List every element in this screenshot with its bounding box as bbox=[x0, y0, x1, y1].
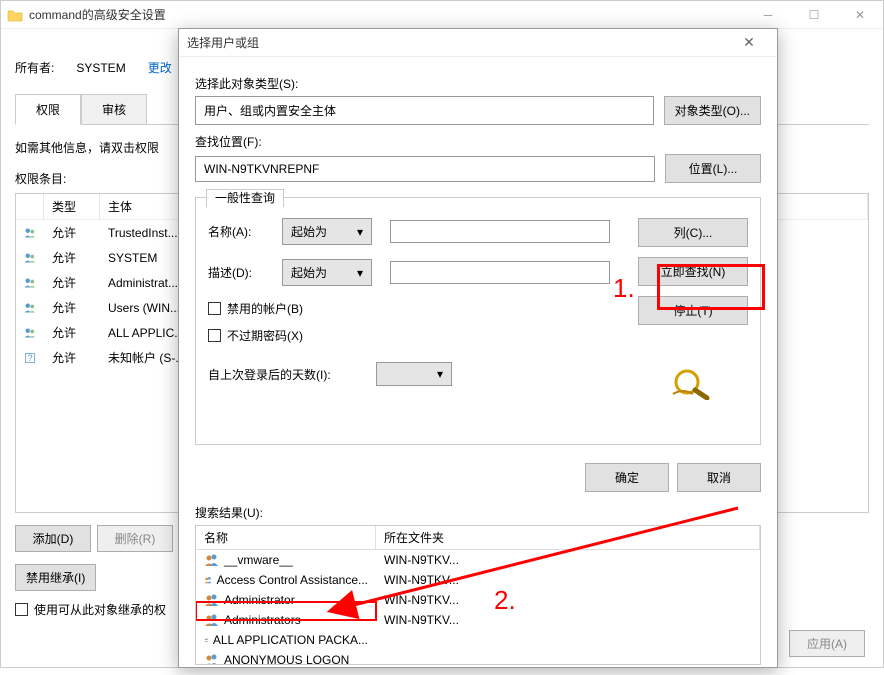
row-type: 允许 bbox=[44, 347, 100, 368]
result-folder: WIN-N9TKV... bbox=[376, 612, 760, 628]
minimize-button[interactable]: ─ bbox=[745, 1, 791, 29]
result-folder: WIN-N9TKV... bbox=[376, 572, 760, 588]
search-graphic-icon bbox=[669, 364, 717, 400]
inner-titlebar: 选择用户或组 ✕ bbox=[179, 29, 777, 57]
days-since-logon-combo[interactable]: ▾ bbox=[376, 362, 452, 386]
row-type: 允许 bbox=[44, 272, 100, 293]
owner-label: 所有者: bbox=[15, 59, 54, 76]
chevron-down-icon: ▾ bbox=[357, 266, 363, 280]
description-combo[interactable]: 起始为 ▾ bbox=[282, 259, 372, 286]
add-button[interactable]: 添加(D) bbox=[15, 525, 91, 552]
row-type: 允许 bbox=[44, 297, 100, 318]
result-row[interactable]: __vmware__WIN-N9TKV... bbox=[196, 550, 760, 570]
stop-button[interactable]: 停止(T) bbox=[638, 296, 748, 325]
inner-body: 选择此对象类型(S): 用户、组或内置安全主体 对象类型(O)... 查找位置(… bbox=[179, 57, 777, 675]
inherit-checkbox[interactable] bbox=[15, 603, 28, 616]
results-table[interactable]: 名称 所在文件夹 __vmware__WIN-N9TKV...Access Co… bbox=[195, 525, 761, 665]
no-expire-pwd-checkbox[interactable] bbox=[208, 329, 221, 342]
principal-icon: ? bbox=[16, 348, 44, 368]
bottom-button-row: 应用(A) bbox=[789, 630, 865, 657]
close-button[interactable]: ✕ bbox=[837, 1, 883, 29]
object-type-label: 选择此对象类型(S): bbox=[195, 75, 761, 92]
result-row[interactable]: ANONYMOUS LOGON bbox=[196, 650, 760, 665]
principal-icon bbox=[16, 323, 44, 343]
principal-icon bbox=[16, 248, 44, 268]
name-input[interactable] bbox=[390, 220, 610, 243]
row-type: 允许 bbox=[44, 222, 100, 243]
principal-icon bbox=[16, 223, 44, 243]
annotation-1: 1. bbox=[613, 273, 635, 304]
object-type-value: 用户、组或内置安全主体 bbox=[195, 96, 654, 125]
no-expire-pwd-row[interactable]: 不过期密码(X) bbox=[208, 327, 626, 344]
result-folder: WIN-N9TKV... bbox=[376, 592, 760, 608]
locations-button[interactable]: 位置(L)... bbox=[665, 154, 761, 183]
result-row[interactable]: Access Control Assistance...WIN-N9TKV... bbox=[196, 570, 760, 590]
tab-permissions[interactable]: 权限 bbox=[15, 94, 81, 125]
disabled-accounts-row[interactable]: 禁用的帐户(B) bbox=[208, 300, 626, 317]
common-queries-tab[interactable]: 一般性查询 bbox=[206, 189, 284, 207]
result-folder bbox=[376, 639, 760, 641]
owner-change-link[interactable]: 更改 bbox=[148, 59, 172, 76]
principal-icon bbox=[16, 298, 44, 318]
header-type[interactable]: 类型 bbox=[44, 194, 100, 219]
location-value: WIN-N9TKVNREPNF bbox=[195, 156, 655, 182]
result-name: ANONYMOUS LOGON bbox=[196, 651, 376, 665]
no-expire-pwd-label: 不过期密码(X) bbox=[227, 327, 303, 344]
result-row[interactable]: AdministratorsWIN-N9TKV... bbox=[196, 610, 760, 630]
outer-titlebar: command的高级安全设置 ─ ☐ ✕ bbox=[1, 1, 883, 29]
inherit-check-label: 使用可从此对象继承的权 bbox=[34, 601, 166, 618]
result-name: ALL APPLICATION PACKA... bbox=[196, 631, 376, 649]
result-row[interactable]: ALL APPLICATION PACKA... bbox=[196, 630, 760, 650]
remove-button: 删除(R) bbox=[97, 525, 173, 552]
result-row[interactable]: AdministratorWIN-N9TKV... bbox=[196, 590, 760, 610]
result-name: Administrators bbox=[196, 611, 376, 629]
principal-icon bbox=[16, 273, 44, 293]
annotation-2: 2. bbox=[494, 585, 516, 616]
common-queries-box: 一般性查询 名称(A): 起始为 ▾ 描述(D): 起始为 bbox=[195, 197, 761, 445]
result-name: Administrator bbox=[196, 591, 376, 609]
disable-inherit-button[interactable]: 禁用继承(I) bbox=[15, 564, 96, 591]
result-folder bbox=[376, 659, 760, 661]
apply-button: 应用(A) bbox=[789, 630, 865, 657]
window-controls: ─ ☐ ✕ bbox=[745, 1, 883, 29]
outer-window-title: command的高级安全设置 bbox=[29, 6, 166, 23]
description-input[interactable] bbox=[390, 261, 610, 284]
row-type: 允许 bbox=[44, 247, 100, 268]
disabled-accounts-label: 禁用的帐户(B) bbox=[227, 300, 303, 317]
find-now-button[interactable]: 立即查找(N) bbox=[638, 257, 748, 286]
cancel-button[interactable]: 取消 bbox=[677, 463, 761, 492]
select-user-dialog: 选择用户或组 ✕ 选择此对象类型(S): 用户、组或内置安全主体 对象类型(O)… bbox=[178, 28, 778, 668]
tab-audit[interactable]: 审核 bbox=[81, 94, 147, 125]
result-name: Access Control Assistance... bbox=[196, 571, 376, 589]
chevron-down-icon: ▾ bbox=[437, 367, 443, 381]
row-type: 允许 bbox=[44, 322, 100, 343]
description-label: 描述(D): bbox=[208, 264, 264, 281]
results-header-folder[interactable]: 所在文件夹 bbox=[376, 526, 760, 549]
results-header-name[interactable]: 名称 bbox=[196, 526, 376, 549]
result-name: __vmware__ bbox=[196, 551, 376, 569]
owner-value: SYSTEM bbox=[76, 61, 125, 75]
ok-button[interactable]: 确定 bbox=[585, 463, 669, 492]
name-label: 名称(A): bbox=[208, 223, 264, 240]
name-combo[interactable]: 起始为 ▾ bbox=[282, 218, 372, 245]
days-since-logon-label: 自上次登录后的天数(I): bbox=[208, 366, 358, 383]
maximize-button[interactable]: ☐ bbox=[791, 1, 837, 29]
inner-title: 选择用户或组 bbox=[187, 34, 259, 51]
chevron-down-icon: ▾ bbox=[357, 225, 363, 239]
inner-close-button[interactable]: ✕ bbox=[729, 34, 769, 51]
disabled-accounts-checkbox[interactable] bbox=[208, 302, 221, 315]
folder-icon bbox=[7, 8, 23, 21]
results-label: 搜索结果(U): bbox=[195, 504, 761, 521]
result-folder: WIN-N9TKV... bbox=[376, 552, 760, 568]
location-label: 查找位置(F): bbox=[195, 133, 761, 150]
columns-button[interactable]: 列(C)... bbox=[638, 218, 748, 247]
object-types-button[interactable]: 对象类型(O)... bbox=[664, 96, 761, 125]
svg-text:?: ? bbox=[27, 353, 32, 363]
